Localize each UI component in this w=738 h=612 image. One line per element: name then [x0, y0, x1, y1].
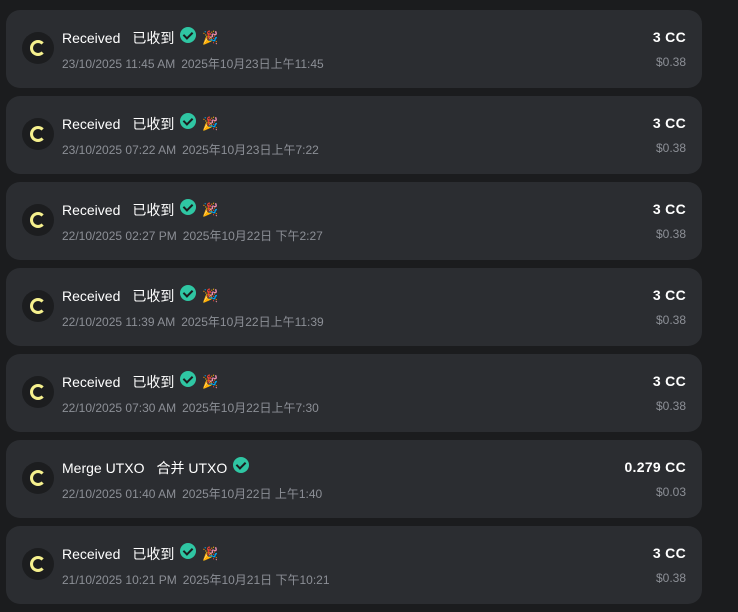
transaction-row[interactable]: Received 已收到 🎉 22/10/2025 11:39 AM 2025年1…: [6, 268, 702, 346]
verified-check-icon: [180, 27, 197, 43]
transaction-type: Merge UTXO: [62, 460, 145, 476]
transaction-timestamp: 23/10/2025 11:45 AM 2025年10月23日上午11:45: [62, 55, 324, 72]
transaction-type: Received: [62, 116, 121, 132]
party-popper-icon: 🎉: [202, 288, 219, 303]
transaction-amount: 3 CC: [652, 545, 686, 561]
transaction-type-cn: 已收到: [132, 202, 175, 218]
verified-check-icon: [180, 543, 197, 559]
transaction-row[interactable]: Received 已收到 🎉 22/10/2025 07:30 AM 2025年1…: [6, 354, 702, 432]
transaction-type-cn: 已收到: [132, 116, 175, 132]
party-popper-icon: 🎉: [202, 546, 219, 561]
transaction-usd-value: $0.03: [655, 485, 686, 499]
timestamp-cn: 2025年10月22日上午11:39: [181, 315, 324, 329]
transaction-amount: 3 CC: [652, 201, 686, 217]
verified-check-icon: [180, 285, 197, 301]
transaction-row[interactable]: Received 已收到 🎉 21/10/2025 10:21 PM 2025年1…: [6, 526, 702, 604]
transaction-type: Received: [62, 374, 121, 390]
transaction-title: Received 已收到 🎉: [62, 371, 219, 392]
transaction-amount: 3 CC: [652, 29, 686, 45]
transaction-row[interactable]: Received 已收到 🎉 23/10/2025 11:45 AM 2025年1…: [6, 10, 702, 88]
transaction-timestamp: 22/10/2025 02:27 PM 2025年10月22日 下午2:27: [62, 227, 323, 244]
transaction-title: Received 已收到 🎉: [62, 27, 219, 48]
transaction-type: Received: [62, 30, 121, 46]
timestamp-cn: 2025年10月22日上午7:30: [182, 401, 319, 415]
transaction-title: Received 已收到 🎉: [62, 285, 219, 306]
verified-check-icon: [180, 199, 197, 215]
party-popper-icon: 🎉: [202, 374, 219, 389]
timestamp-en: 22/10/2025 02:27 PM: [62, 229, 177, 243]
canton-coin-icon: [22, 204, 54, 236]
transaction-timestamp: 22/10/2025 11:39 AM 2025年10月22日上午11:39: [62, 313, 324, 330]
party-popper-icon: 🎉: [202, 116, 219, 131]
transaction-list: Received 已收到 🎉 23/10/2025 11:45 AM 2025年1…: [6, 10, 702, 612]
verified-check-icon: [233, 457, 250, 473]
transaction-row[interactable]: Received 已收到 🎉 22/10/2025 02:27 PM 2025年1…: [6, 182, 702, 260]
transaction-timestamp: 23/10/2025 07:22 AM 2025年10月23日上午7:22: [62, 141, 319, 158]
transaction-type: Received: [62, 202, 121, 218]
transaction-timestamp: 22/10/2025 07:30 AM 2025年10月22日上午7:30: [62, 399, 319, 416]
transaction-title: Merge UTXO 合并 UTXO: [62, 457, 250, 478]
transaction-usd-value: $0.38: [655, 227, 686, 241]
timestamp-en: 22/10/2025 01:40 AM: [62, 487, 177, 501]
timestamp-en: 23/10/2025 11:45 AM: [62, 57, 176, 71]
canton-coin-icon: [22, 290, 54, 322]
transaction-amount: 0.279 CC: [624, 459, 686, 475]
verified-check-icon: [180, 113, 197, 129]
verified-check-icon: [180, 371, 197, 387]
transaction-amount: 3 CC: [652, 373, 686, 389]
transaction-usd-value: $0.38: [655, 399, 686, 413]
timestamp-en: 22/10/2025 07:30 AM: [62, 401, 177, 415]
timestamp-cn: 2025年10月23日上午7:22: [182, 143, 319, 157]
transaction-title: Received 已收到 🎉: [62, 199, 219, 220]
timestamp-cn: 2025年10月22日 下午2:27: [182, 229, 323, 243]
transaction-title: Received 已收到 🎉: [62, 543, 219, 564]
transaction-usd-value: $0.38: [655, 55, 686, 69]
canton-coin-icon: [22, 32, 54, 64]
canton-coin-icon: [22, 548, 54, 580]
transaction-type-cn: 已收到: [132, 546, 175, 562]
timestamp-cn: 2025年10月22日 上午1:40: [182, 487, 323, 501]
timestamp-en: 23/10/2025 07:22 AM: [62, 143, 177, 157]
transaction-row[interactable]: Merge UTXO 合并 UTXO 22/10/2025 01:40 AM 20…: [6, 440, 702, 518]
timestamp-en: 22/10/2025 11:39 AM: [62, 315, 176, 329]
party-popper-icon: 🎉: [202, 202, 219, 217]
transaction-title: Received 已收到 🎉: [62, 113, 219, 134]
transaction-type-cn: 已收到: [132, 30, 175, 46]
party-popper-icon: 🎉: [202, 30, 219, 45]
transaction-type-cn: 已收到: [132, 288, 175, 304]
timestamp-cn: 2025年10月23日上午11:45: [181, 57, 324, 71]
canton-coin-icon: [22, 118, 54, 150]
transaction-amount: 3 CC: [652, 115, 686, 131]
timestamp-cn: 2025年10月21日 下午10:21: [182, 573, 330, 587]
transaction-row[interactable]: Received 已收到 🎉 23/10/2025 07:22 AM 2025年1…: [6, 96, 702, 174]
transaction-type-cn: 已收到: [132, 374, 175, 390]
transaction-timestamp: 21/10/2025 10:21 PM 2025年10月21日 下午10:21: [62, 571, 330, 588]
transaction-type: Received: [62, 288, 121, 304]
transaction-amount: 3 CC: [652, 287, 686, 303]
transaction-type: Received: [62, 546, 121, 562]
transaction-usd-value: $0.38: [655, 141, 686, 155]
transaction-timestamp: 22/10/2025 01:40 AM 2025年10月22日 上午1:40: [62, 485, 322, 502]
transaction-type-cn: 合并 UTXO: [156, 460, 228, 476]
scrollbar[interactable]: [724, 0, 738, 606]
transaction-usd-value: $0.38: [655, 571, 686, 585]
transaction-usd-value: $0.38: [655, 313, 686, 327]
timestamp-en: 21/10/2025 10:21 PM: [62, 573, 177, 587]
canton-coin-icon: [22, 376, 54, 408]
canton-coin-icon: [22, 462, 54, 494]
